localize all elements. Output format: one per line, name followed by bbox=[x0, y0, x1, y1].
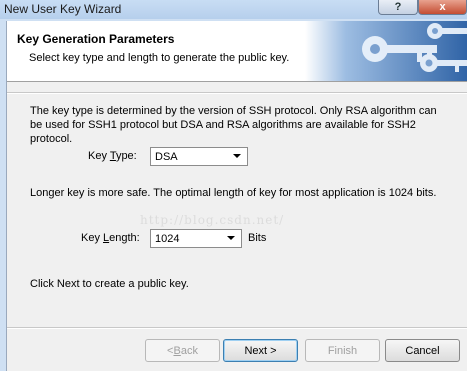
title-bar[interactable]: New User Key Wizard ? x bbox=[0, 0, 467, 19]
cancel-button[interactable]: Cancel bbox=[385, 339, 460, 362]
chevron-down-icon bbox=[227, 236, 235, 240]
key-type-label: Key Type: bbox=[88, 150, 137, 162]
help-icon: ? bbox=[394, 1, 402, 13]
key-length-note: Longer key is more safe. The optimal len… bbox=[30, 187, 437, 199]
chevron-down-icon bbox=[233, 154, 241, 158]
wizard-window: New User Key Wizard ? x Key Generation P… bbox=[0, 0, 467, 371]
key-length-label: Key Length: bbox=[81, 232, 140, 244]
wizard-header: Key Generation Parameters Select key typ… bbox=[7, 21, 467, 82]
key-type-value: DSA bbox=[155, 151, 178, 163]
next-button[interactable]: Next > bbox=[223, 339, 298, 362]
key-length-unit: Bits bbox=[248, 232, 267, 244]
key-type-description: The key type is determined by the versio… bbox=[30, 105, 437, 145]
footer-separator bbox=[7, 327, 467, 329]
watermark-text: http://blog.csdn.net/ bbox=[140, 213, 285, 227]
back-button[interactable]: < Back bbox=[145, 339, 220, 362]
wizard-client-area: Key Generation Parameters Select key typ… bbox=[6, 21, 467, 371]
help-button[interactable]: ? bbox=[378, 0, 418, 15]
key-length-select[interactable]: 1024 bbox=[150, 229, 242, 248]
close-button[interactable]: x bbox=[418, 0, 467, 15]
key-type-select[interactable]: DSA bbox=[150, 147, 248, 166]
keys-banner-icon bbox=[305, 21, 467, 81]
page-title: Key Generation Parameters bbox=[17, 32, 175, 46]
close-icon: x bbox=[439, 1, 446, 13]
page-subtitle: Select key type and length to generate t… bbox=[29, 52, 290, 64]
next-hint: Click Next to create a public key. bbox=[30, 278, 189, 290]
key-length-value: 1024 bbox=[155, 233, 180, 245]
header-separator bbox=[7, 92, 467, 94]
finish-button[interactable]: Finish bbox=[305, 339, 380, 362]
window-title: New User Key Wizard bbox=[4, 2, 122, 16]
